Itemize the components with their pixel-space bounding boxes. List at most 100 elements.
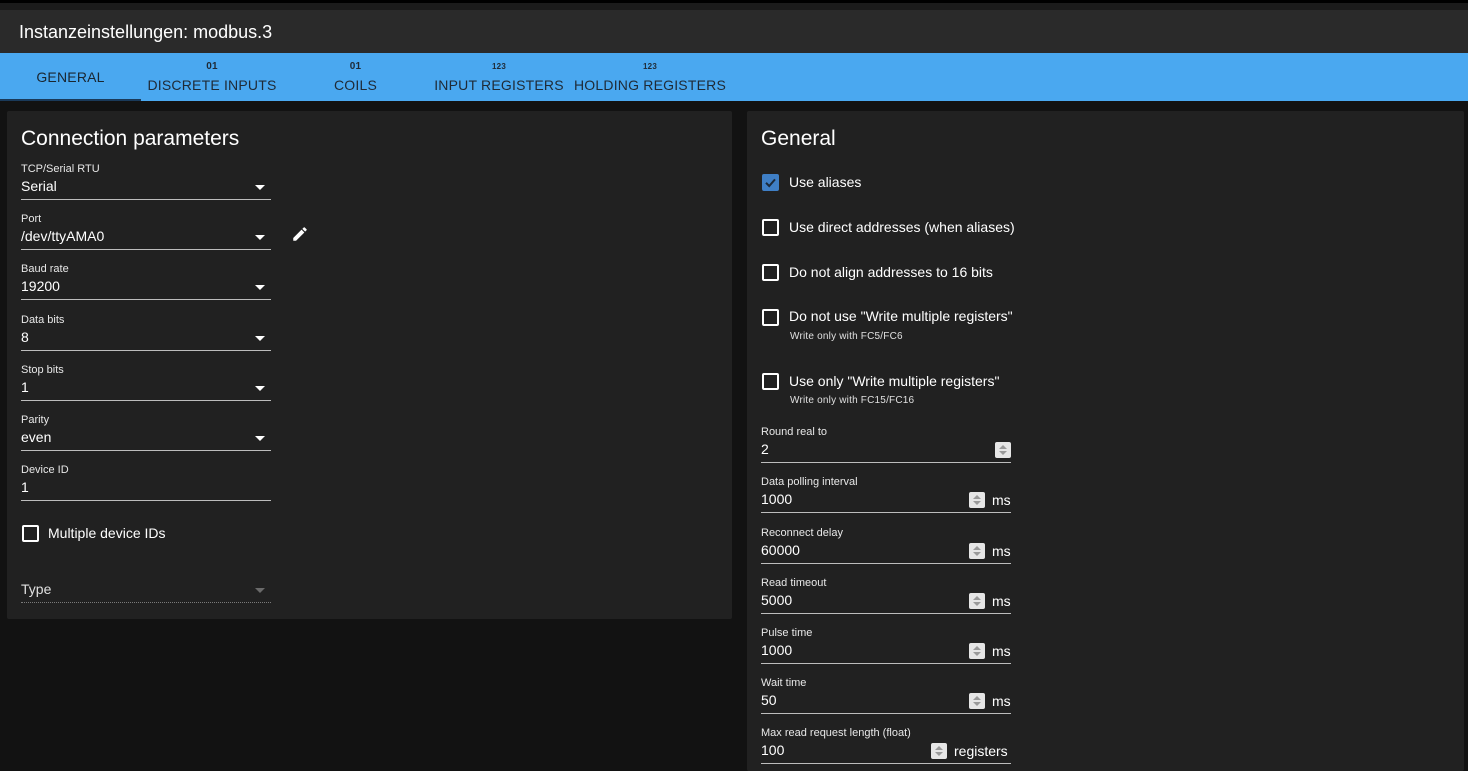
pulse-time-label: Pulse time — [761, 627, 813, 639]
field-underline — [761, 512, 1011, 513]
checkmark-icon — [765, 178, 776, 188]
field-underline — [21, 299, 271, 300]
baud-rate-value: 19200 — [21, 278, 60, 294]
tcp-serial-value: Serial — [21, 178, 57, 194]
unit-label: ms — [992, 693, 1011, 709]
number-spinner-icon[interactable] — [931, 743, 947, 759]
tab-input-registers-label: INPUT REGISTERS — [434, 77, 564, 93]
active-tab-indicator — [0, 99, 141, 101]
unit-label: ms — [992, 492, 1011, 508]
stop-bits-label: Stop bits — [21, 364, 64, 376]
round-real-value: 2 — [761, 441, 769, 457]
unit-label: ms — [992, 543, 1011, 559]
only-write-multiple-label: Use only "Write multiple registers" — [789, 373, 1000, 389]
tab-coils-label: COILS — [333, 77, 377, 93]
reconnect-delay-value: 60000 — [761, 542, 800, 558]
dialog-titlebar: Instanzeinstellungen: modbus.3 — [0, 10, 1468, 53]
wait-time-value: 50 — [761, 692, 777, 708]
only-write-multiple-checkbox[interactable] — [762, 373, 779, 390]
tab-holding-registers-label: HOLDING REGISTERS — [574, 77, 726, 93]
unit-label: ms — [992, 593, 1011, 609]
baud-rate-label: Baud rate — [21, 263, 69, 275]
field-underline — [21, 400, 271, 401]
dropdown-arrow-icon — [255, 436, 265, 441]
use-aliases-label: Use aliases — [789, 174, 862, 190]
tab-holding-registers[interactable]: 123 HOLDING REGISTERS — [570, 53, 730, 101]
field-underline — [761, 613, 1011, 614]
general-panel: General Use aliases Use direct addresses… — [747, 111, 1464, 771]
data-bits-value: 8 — [21, 329, 29, 345]
tab-bar: GENERAL 01 DISCRETE INPUTS 01 COILS 123 … — [0, 53, 1468, 101]
tab-general-label: GENERAL — [36, 69, 105, 85]
field-underline — [21, 602, 271, 604]
unit-label: ms — [992, 643, 1011, 659]
number-spinner-icon[interactable] — [969, 643, 985, 659]
dropdown-arrow-icon — [255, 588, 265, 593]
no-write-multiple-label: Do not use "Write multiple registers" — [789, 308, 1013, 324]
number-spinner-icon[interactable] — [969, 693, 985, 709]
number-spinner-icon[interactable] — [969, 492, 985, 508]
max-read-length-value: 100 — [761, 742, 785, 758]
dropdown-arrow-icon — [255, 386, 265, 391]
no-align-label: Do not align addresses to 16 bits — [789, 264, 993, 280]
binary-icon: 01 — [349, 61, 362, 72]
field-underline — [21, 199, 271, 200]
dropdown-arrow-icon — [255, 235, 265, 240]
tab-discrete-inputs-label: DISCRETE INPUTS — [147, 77, 277, 93]
numeric-icon: 123 — [492, 62, 506, 71]
number-spinner-icon[interactable] — [969, 593, 985, 609]
tab-general[interactable]: GENERAL — [0, 53, 141, 101]
parity-value: even — [21, 429, 52, 445]
general-title: General — [761, 127, 836, 150]
use-direct-addresses-label: Use direct addresses (when aliases) — [789, 219, 1015, 235]
parity-label: Parity — [21, 414, 50, 426]
field-underline — [21, 350, 271, 351]
use-aliases-checkbox[interactable] — [762, 174, 779, 191]
max-read-length-label: Max read request length (float) — [761, 727, 911, 739]
data-bits-label: Data bits — [21, 314, 65, 326]
wait-time-label: Wait time — [761, 677, 807, 689]
unit-label: registers — [954, 743, 1008, 759]
use-direct-addresses-checkbox[interactable] — [762, 219, 779, 236]
field-underline — [21, 500, 271, 501]
device-id-value: 1 — [21, 479, 29, 495]
connection-parameters-title: Connection parameters — [21, 127, 240, 150]
stop-bits-value: 1 — [21, 379, 29, 395]
port-value: /dev/ttyAMA0 — [21, 228, 105, 244]
field-underline — [761, 713, 1011, 714]
tab-discrete-inputs[interactable]: 01 DISCRETE INPUTS — [141, 53, 283, 101]
field-underline — [761, 462, 1011, 463]
field-underline — [761, 663, 1011, 664]
multiple-device-ids-label: Multiple device IDs — [48, 525, 166, 541]
number-spinner-icon[interactable] — [969, 543, 985, 559]
tcp-serial-label: TCP/Serial RTU — [21, 163, 100, 175]
field-underline — [761, 563, 1011, 564]
port-label: Port — [21, 213, 42, 225]
no-write-multiple-help: Write only with FC5/FC6 — [790, 331, 903, 342]
multiple-device-ids-checkbox[interactable] — [22, 525, 39, 542]
dropdown-arrow-icon — [255, 185, 265, 190]
no-align-checkbox[interactable] — [762, 264, 779, 281]
number-spinner-icon[interactable] — [995, 442, 1011, 458]
field-underline — [21, 249, 271, 250]
tab-coils[interactable]: 01 COILS — [283, 53, 428, 101]
polling-interval-label: Data polling interval — [761, 476, 858, 488]
dropdown-arrow-icon — [255, 285, 265, 290]
read-timeout-value: 5000 — [761, 592, 793, 608]
read-timeout-label: Read timeout — [761, 577, 827, 589]
polling-interval-value: 1000 — [761, 491, 793, 507]
pulse-time-value: 1000 — [761, 642, 793, 658]
field-underline — [21, 450, 271, 451]
round-real-label: Round real to — [761, 426, 828, 438]
no-write-multiple-checkbox[interactable] — [762, 309, 779, 326]
connection-parameters-panel: Connection parameters TCP/Serial RTU Ser… — [7, 111, 732, 619]
only-write-multiple-help: Write only with FC15/FC16 — [790, 395, 915, 406]
edit-pencil-icon[interactable] — [291, 225, 309, 243]
dropdown-arrow-icon — [255, 336, 265, 341]
numeric-icon: 123 — [643, 62, 657, 71]
binary-icon: 01 — [206, 61, 218, 72]
device-id-label: Device ID — [21, 464, 69, 476]
type-placeholder: Type — [21, 581, 52, 597]
tab-input-registers[interactable]: 123 INPUT REGISTERS — [428, 53, 570, 101]
dialog-title: Instanzeinstellungen: modbus.3 — [19, 22, 273, 42]
